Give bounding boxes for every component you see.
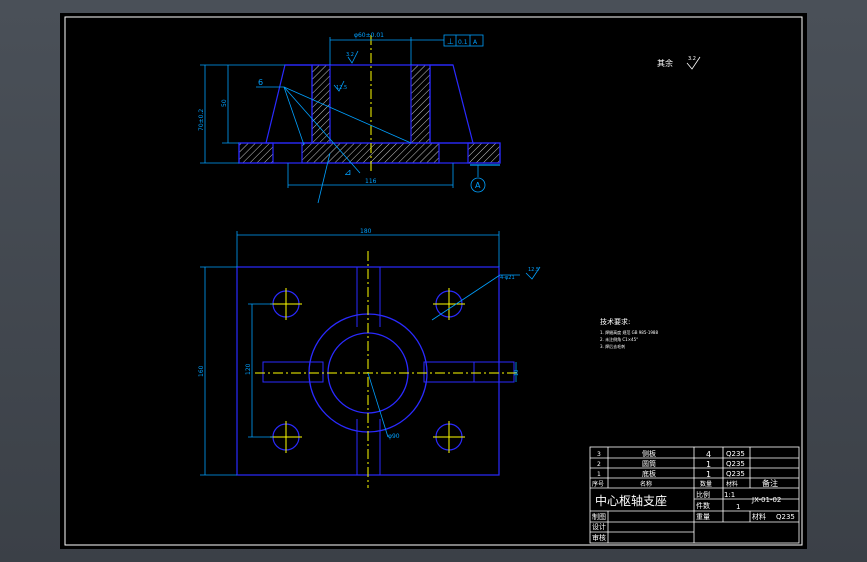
surface-note-label: 其余	[657, 58, 673, 68]
surface-note: 其余 3.2	[657, 56, 701, 70]
title-block-text: 3 侧板 4 Q235 2 圆筒 1 Q235 1 底板 1 Q235 序号 名…	[592, 449, 795, 542]
roughness-hole-value: 12.5	[528, 267, 539, 273]
drawing-title: 中心枢轴支座	[595, 493, 667, 508]
side-plate-left	[265, 64, 313, 144]
chamfer-text: 6	[258, 78, 263, 87]
part-1-material: Q235	[726, 470, 745, 478]
tech-item-2: 2. 未注倒角 C1×45°	[600, 336, 638, 342]
tech-requirements: 技术要求: 1. 焊缝高度 规范 GB 985-1988 2. 未注倒角 C1×…	[600, 317, 658, 349]
gdt-value: 0.1	[458, 39, 468, 46]
check-label: 审核	[592, 533, 606, 542]
slot-right	[423, 361, 475, 383]
part-3-name: 侧板	[642, 449, 656, 458]
dim-base-width-text: 116	[365, 178, 377, 185]
scale-label: 比例	[696, 490, 710, 499]
drawing-no: JX-01-02	[751, 496, 781, 504]
leader-small-hole	[431, 274, 501, 321]
weld-leader-2	[283, 86, 412, 144]
hole-br	[433, 421, 465, 453]
drawn-label: 制图	[592, 512, 606, 521]
part-1-no: 1	[597, 471, 601, 478]
part-2-material: Q235	[726, 460, 745, 468]
weld-mark-a: ⊿	[344, 168, 352, 178]
base-plate-left-hatch	[238, 142, 274, 164]
tech-item-1: 1. 焊缝高度 规范 GB 985-1988	[600, 329, 658, 335]
scale-value: 1:1	[724, 491, 735, 499]
header-name: 名称	[640, 480, 652, 488]
dim-height-inner-text: 50	[221, 99, 228, 107]
sheets-value: 1	[736, 503, 740, 511]
material-label: 材料	[752, 512, 766, 521]
design-label: 设计	[592, 522, 606, 531]
part-3-material: Q235	[726, 450, 745, 458]
tech-title: 技术要求:	[600, 317, 630, 326]
part-3-qty: 4	[706, 450, 711, 459]
cylinder-wall-right	[410, 64, 431, 144]
surface-note-value: 3.2	[688, 56, 696, 62]
header-no: 序号	[592, 480, 604, 488]
hole-tr	[433, 288, 465, 320]
base-plate-right-hatch	[467, 142, 501, 164]
leader-big-circle	[367, 372, 389, 438]
part-3-no: 3	[597, 451, 601, 458]
dim-hole-span-text: 120	[245, 363, 252, 375]
gdt-datum: A	[473, 39, 478, 46]
tech-item-3: 3. 焊后去毛刺	[600, 343, 625, 349]
header-qty: 数量	[700, 480, 712, 488]
hole-bl	[270, 421, 302, 453]
side-plate-right	[429, 64, 474, 144]
header-material: 材料	[726, 480, 738, 488]
part-1-qty: 1	[706, 470, 711, 479]
material-value: Q235	[776, 513, 795, 521]
front-view: φ60±0.01 ⊥ 0.1 A 3.2 12.5 70±0.2 50 6 11…	[198, 32, 501, 204]
cylinder-wall-left	[311, 64, 331, 144]
dim-top-bore-text: φ60±0.01	[354, 32, 384, 39]
part-2-name: 圆筒	[642, 459, 656, 468]
dim-height-text: 160	[198, 365, 205, 377]
dim-width-text: 180	[360, 228, 372, 235]
gdt-symbol: ⊥	[447, 37, 454, 46]
sheets-label: 件数	[696, 501, 710, 510]
drawing-sheet: φ60±0.01 ⊥ 0.1 A 3.2 12.5 70±0.2 50 6 11…	[60, 13, 807, 549]
dim-small-hole-text: 4-φ21	[500, 275, 515, 281]
dim-slot-text: 10	[514, 370, 520, 376]
roughness-top-value: 3.2	[346, 52, 354, 58]
drawing-frame	[64, 16, 803, 546]
top-view: 180 160 120 10 φ90 4-φ21 12.5	[198, 228, 541, 488]
slot-right-ext	[473, 361, 515, 383]
part-2-qty: 1	[706, 460, 711, 469]
datum-label: A	[475, 181, 481, 190]
hole-tl	[270, 288, 302, 320]
slot-left	[262, 361, 324, 383]
dim-height-overall-text: 70±0.2	[198, 109, 205, 131]
dim-big-circle-text: φ90	[388, 433, 400, 440]
weight-label: 重量	[696, 513, 710, 521]
header-note: 备注	[762, 478, 778, 488]
weld-leader-1	[283, 86, 305, 146]
part-2-no: 2	[597, 461, 601, 468]
part-1-name: 底板	[642, 469, 656, 478]
cad-drawing: φ60±0.01 ⊥ 0.1 A 3.2 12.5 70±0.2 50 6 11…	[64, 16, 803, 546]
